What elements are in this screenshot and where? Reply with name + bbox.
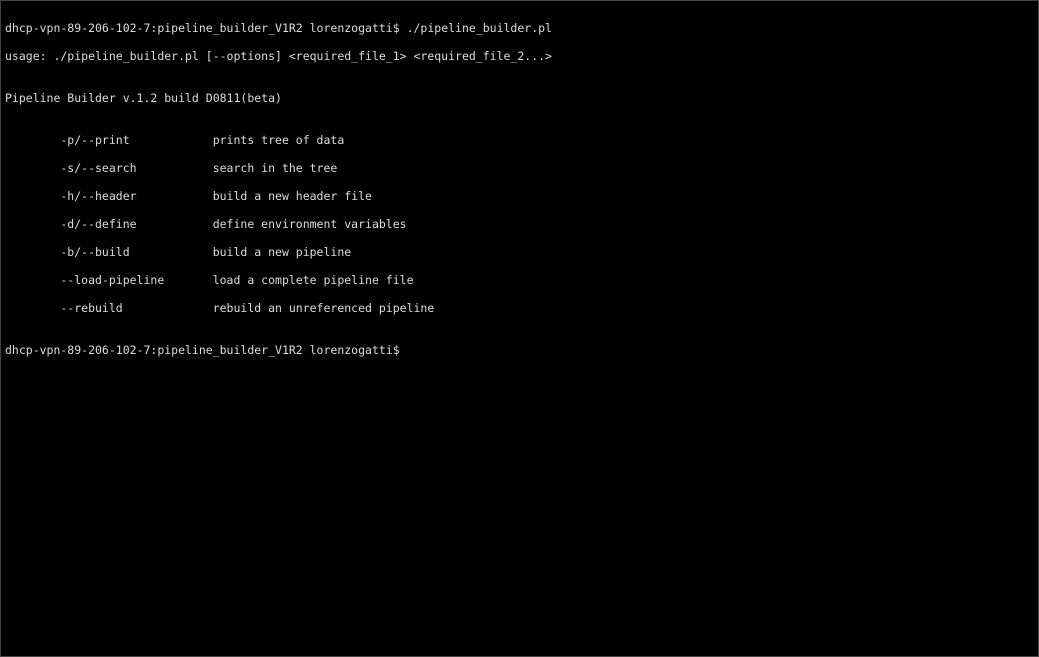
option-search: -s/--search search in the tree (5, 161, 1034, 175)
shell-prompt: dhcp-vpn-89-206-102-7:pipeline_builder_V… (5, 343, 407, 357)
usage-line: usage: ./pipeline_builder.pl [--options]… (5, 49, 1034, 63)
prompt-line-1: dhcp-vpn-89-206-102-7:pipeline_builder_V… (5, 21, 1034, 35)
prompt-line-2[interactable]: dhcp-vpn-89-206-102-7:pipeline_builder_V… (5, 343, 1034, 357)
shell-prompt: dhcp-vpn-89-206-102-7:pipeline_builder_V… (5, 21, 407, 35)
option-define: -d/--define define environment variables (5, 217, 1034, 231)
option-build: -b/--build build a new pipeline (5, 245, 1034, 259)
option-load-pipeline: --load-pipeline load a complete pipeline… (5, 273, 1034, 287)
option-print: -p/--print prints tree of data (5, 133, 1034, 147)
entered-command: ./pipeline_builder.pl (407, 21, 552, 35)
option-rebuild: --rebuild rebuild an unreferenced pipeli… (5, 301, 1034, 315)
version-line: Pipeline Builder v.1.2 build D0811(beta) (5, 91, 1034, 105)
option-header: -h/--header build a new header file (5, 189, 1034, 203)
cursor (407, 345, 414, 357)
terminal-window[interactable]: dhcp-vpn-89-206-102-7:pipeline_builder_V… (1, 1, 1038, 656)
